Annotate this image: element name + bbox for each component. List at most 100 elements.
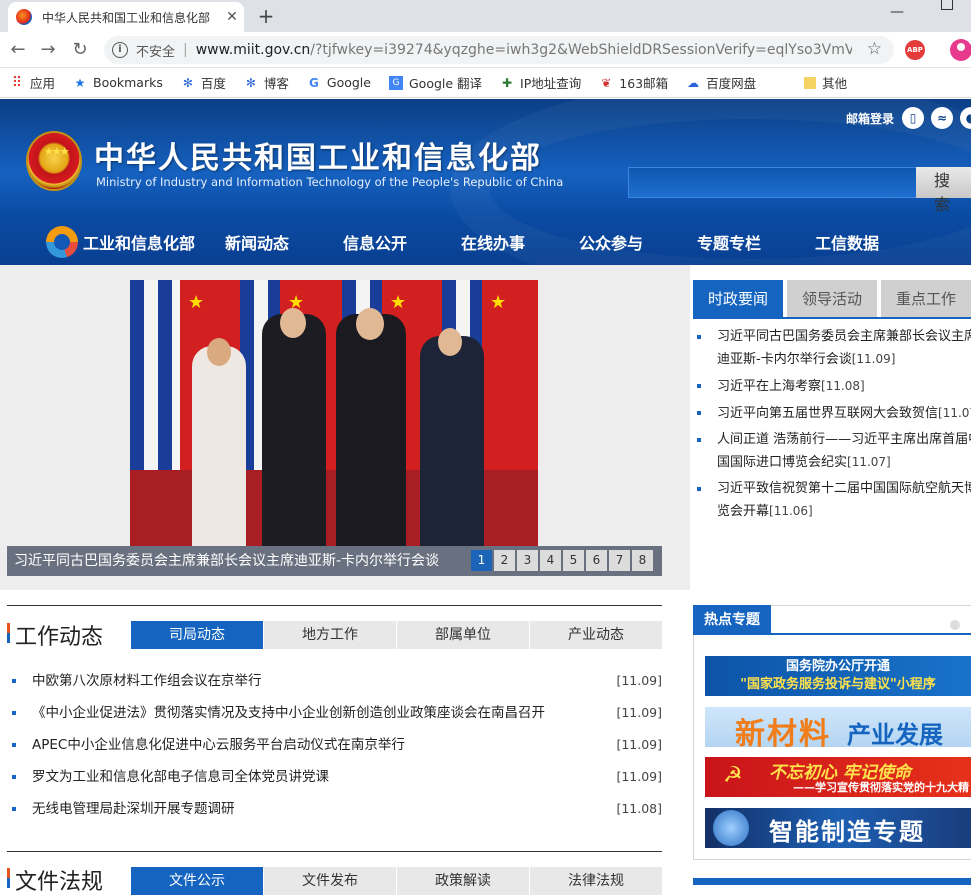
star-icon: ★ — [74, 75, 86, 90]
slider-page-button[interactable]: 3 — [517, 550, 538, 571]
bookmark-google[interactable]: G Google — [307, 75, 371, 90]
maximize-window-icon[interactable] — [941, 0, 953, 10]
banner-complaint-miniprogram[interactable]: 国务院办公厅开通 "国家政务服务投诉与建议"小程序 — [705, 656, 971, 696]
work-item-title: 中欧第八次原材料工作组会议在京举行 — [32, 673, 262, 689]
work-item-date: [11.09] — [616, 673, 662, 688]
person-head — [438, 328, 462, 356]
nav-item-news[interactable]: 新闻动态 — [198, 226, 316, 262]
google-g-icon: G — [308, 75, 319, 90]
bookmark-baidu[interactable]: ✻ 百度 — [181, 73, 226, 92]
work-item-date: [11.09] — [616, 769, 662, 784]
bookmark-bookmarks[interactable]: ★ Bookmarks — [73, 75, 163, 90]
tab-laws-regulations[interactable]: 法律法规 — [530, 867, 662, 895]
rss-icon[interactable]: ≈ — [931, 107, 953, 129]
nav-item-ministry[interactable]: 工业和信息化部 — [80, 226, 198, 262]
bookmark-163-mail[interactable]: ❦ 163邮箱 — [599, 73, 668, 92]
news-title: 习近平向第五届世界互联网大会致贺信 — [717, 406, 939, 421]
news-item[interactable]: 人间正道 浩荡前行——习近平主席出席首届中国国际进口博览会纪实[11.07] — [693, 429, 971, 474]
news-item[interactable]: 习近平向第五届世界互联网大会致贺信[11.07] — [693, 402, 971, 425]
slider-caption-text: 习近平同古巴国务委员会主席兼部长会议主席迪亚斯-卡内尔举行会谈 — [14, 553, 440, 569]
tab-affiliated-units[interactable]: 部属单位 — [397, 621, 529, 649]
slider-page-button[interactable]: 8 — [632, 550, 653, 571]
bookmark-star-icon[interactable]: ☆ — [867, 39, 882, 59]
browser-tab[interactable]: 中华人民共和国工业和信息化部 ✕ — [8, 2, 244, 32]
banner4-text: 智能制造专题 — [769, 818, 925, 846]
banner-smart-manufacturing[interactable]: 智能制造专题 — [705, 808, 971, 848]
work-item-date: [11.09] — [616, 737, 662, 752]
tab-policy-interpretation[interactable]: 政策解读 — [397, 867, 529, 895]
close-tab-icon[interactable]: ✕ — [224, 9, 240, 25]
national-emblem-icon[interactable]: ★★★ — [28, 133, 80, 189]
slider-page-button[interactable]: 5 — [563, 550, 584, 571]
slider-page-button[interactable]: 4 — [540, 550, 561, 571]
tab-local-work[interactable]: 地方工作 — [264, 621, 396, 649]
work-item[interactable]: 中欧第八次原材料工作组会议在京举行 [11.09] — [7, 668, 662, 700]
news-date: [11.07] — [938, 406, 971, 420]
china-flag — [482, 280, 538, 500]
tab-file-release[interactable]: 文件发布 — [264, 867, 396, 895]
nav-item-online-services[interactable]: 在线办事 — [434, 226, 552, 262]
address-bar: ← → ↻ i 不安全 | www.miit.gov.cn/?tjfwkey=i… — [0, 32, 971, 68]
slider-pager: 1 2 3 4 5 6 7 8 — [471, 550, 655, 571]
person-figure — [192, 346, 246, 546]
slider-page-button[interactable]: 7 — [609, 550, 630, 571]
work-item[interactable]: 罗文为工业和信息化部电子信息司全体党员讲党课 [11.09] — [7, 764, 662, 796]
section-divider — [7, 851, 662, 852]
tab-bureau-news[interactable]: 司局动态 — [131, 621, 263, 649]
news-item[interactable]: 习近平同古巴国务委员会主席兼部长会议主席迪亚斯-卡内尔举行会谈[11.09] — [693, 326, 971, 371]
banner2-small-text: 产业发展 — [847, 721, 943, 747]
bookmark-label: 应用 — [30, 76, 56, 91]
work-section-title: 工作动态 — [7, 619, 103, 651]
tab-leader-activities[interactable]: 领导活动 — [787, 280, 877, 318]
news-item[interactable]: 习近平在上海考察[11.08] — [693, 375, 971, 398]
mail-login-link[interactable]: 邮箱登录 — [846, 110, 894, 127]
banner3-line2: ——学习宣传贯彻落实党的十九大精神 — [793, 781, 969, 794]
bookmark-baidu-pan[interactable]: ☁ 百度网盘 — [686, 73, 756, 92]
nav-item-data[interactable]: 工信数据 — [788, 226, 906, 262]
news-item[interactable]: 习近平致信祝贺第十二届中国国际航空航天博览会开幕[11.06] — [693, 478, 971, 523]
banner-new-materials[interactable]: 新材料 产业发展 — [705, 707, 971, 747]
nav-item-public-participation[interactable]: 公众参与 — [552, 226, 670, 262]
slider-page-button[interactable]: 6 — [586, 550, 607, 571]
slider-page-button[interactable]: 2 — [494, 550, 515, 571]
minimize-window-icon[interactable]: — — [890, 4, 904, 20]
mobile-icon[interactable]: ▯ — [902, 107, 924, 129]
bookmarks-bar: ⠿ 应用 ★ Bookmarks ✻ 百度 ✻ 博客 G Google G Google 翻… — [0, 68, 971, 98]
search-input[interactable] — [628, 167, 918, 198]
back-arrow-icon[interactable]: ← — [6, 38, 30, 62]
news-tabs-underline — [693, 317, 971, 319]
tab-political-news[interactable]: 时政要闻 — [693, 280, 783, 318]
bookmark-apps[interactable]: ⠿ 应用 — [10, 73, 55, 92]
nav-logo-icon[interactable] — [46, 226, 78, 258]
tab-title: 中华人民共和国工业和信息化部 — [42, 10, 211, 25]
nav-item-disclosure[interactable]: 信息公开 — [316, 226, 434, 262]
cloud-drive-icon: ☁ — [687, 75, 700, 90]
adblock-extension-icon[interactable]: ABP — [905, 40, 925, 60]
banner-party-spirit[interactable]: ☭ 不忘初心 牢记使命 ——学习宣传贯彻落实党的十九大精神 — [705, 757, 971, 797]
profile-avatar-icon[interactable] — [950, 39, 971, 61]
work-item[interactable]: 无线电管理局赴深圳开展专题调研 [11.08] — [7, 796, 662, 828]
reload-icon[interactable]: ↻ — [68, 38, 92, 62]
bookmark-google-translate[interactable]: G Google 翻译 — [388, 73, 482, 92]
work-item[interactable]: 《中小企业促进法》贯彻落实情况及支持中小企业创新创造创业政策座谈会在南昌召开 [1… — [7, 700, 662, 732]
work-item[interactable]: APEC中小企业信息化促进中心云服务平台启动仪式在南京举行 [11.09] — [7, 732, 662, 764]
news-date: [11.09] — [851, 352, 896, 366]
bookmark-blog[interactable]: ✻ 博客 — [244, 73, 289, 92]
tab-key-work[interactable]: 重点工作 — [881, 280, 971, 318]
new-tab-button[interactable]: + — [256, 4, 276, 28]
tab-industry-news[interactable]: 产业动态 — [530, 621, 662, 649]
forward-arrow-icon[interactable]: → — [36, 38, 60, 62]
search-button[interactable]: 搜 索 — [916, 167, 971, 214]
news-title: 习近平致信祝贺第十二届中国国际航空航天博览会开幕 — [717, 481, 971, 519]
url-text: www.miit.gov.cn/?tjfwkey=i39274&yqzghe=i… — [196, 42, 852, 58]
news-photo[interactable] — [130, 280, 538, 546]
info-icon[interactable]: i — [112, 42, 128, 58]
bookmark-ip-lookup[interactable]: ✚ IP地址查询 — [500, 73, 581, 92]
url-input[interactable]: i 不安全 | www.miit.gov.cn/?tjfwkey=i39274&… — [104, 36, 894, 64]
nav-item-special-topics[interactable]: 专题专栏 — [670, 226, 788, 262]
tab-file-notice[interactable]: 文件公示 — [131, 867, 263, 895]
news-list: 习近平同古巴国务委员会主席兼部长会议主席迪亚斯-卡内尔举行会谈[11.09] 习… — [693, 326, 971, 527]
site-title[interactable]: 中华人民共和国工业和信息化部 — [94, 133, 542, 177]
bookmark-other[interactable]: 其他 — [804, 73, 847, 92]
slider-page-button[interactable]: 1 — [471, 550, 492, 571]
